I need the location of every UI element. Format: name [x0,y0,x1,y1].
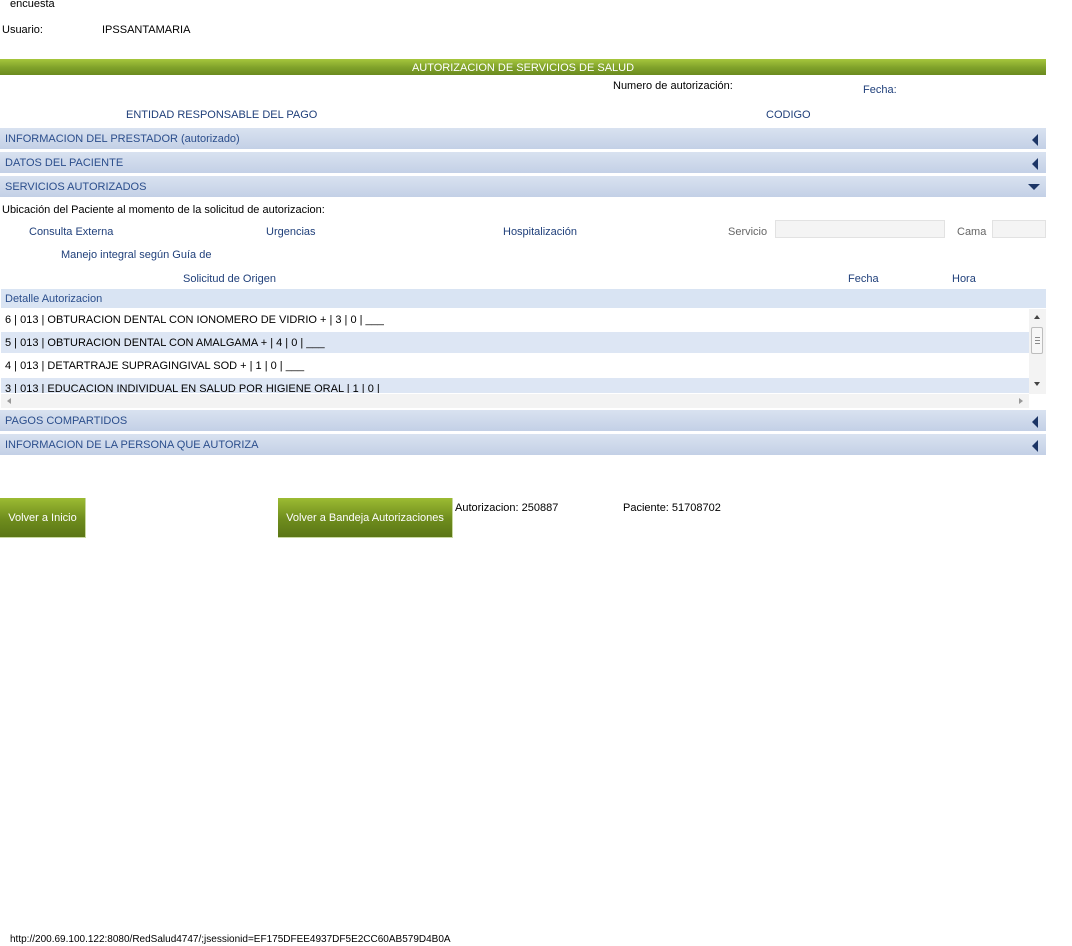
collapse-left-icon [1032,416,1038,428]
list-item-text: 5 | 013 | OBTURACION DENTAL CON AMALGAMA… [5,337,325,349]
date-label: Fecha: [863,84,897,96]
auth-number-label: Numero de autorización: [613,80,733,92]
list-item[interactable]: 6 | 013 | OBTURACION DENTAL CON IONOMERO… [1,309,1029,331]
option-consulta-externa[interactable]: Consulta Externa [29,226,113,238]
entity-label: ENTIDAD RESPONSABLE DEL PAGO [126,109,318,121]
collapse-left-icon [1032,158,1038,170]
section-persona-header[interactable]: INFORMACION DE LA PERSONA QUE AUTORIZA [0,434,1046,456]
section-prestador-header[interactable]: INFORMACION DEL PRESTADOR (autorizado) [0,128,1046,150]
list-item[interactable]: 5 | 013 | OBTURACION DENTAL CON AMALGAMA… [1,332,1029,354]
solicitud-label: Solicitud de Origen [183,273,276,285]
list-item-text: 3 | 013 | EDUCACION INDIVIDUAL EN SALUD … [5,383,380,393]
servicio-input[interactable] [775,220,945,238]
list-item[interactable]: 4 | 013 | DETARTRAJE SUPRAGINGIVAL SOD +… [1,355,1029,377]
section-prestador-label: INFORMACION DEL PRESTADOR (autorizado) [5,133,240,145]
code-label: CODIGO [766,109,811,121]
manejo-label: Manejo integral según Guía de [61,249,212,261]
scroll-right-icon[interactable] [1019,398,1023,404]
list-item-text: 4 | 013 | DETARTRAJE SUPRAGINGIVAL SOD +… [5,360,305,372]
list-item-text: 6 | 013 | OBTURACION DENTAL CON IONOMERO… [5,314,384,326]
collapse-left-icon [1032,440,1038,452]
section-servicios-label: SERVICIOS AUTORIZADOS [5,181,147,193]
servicio-label: Servicio [728,226,768,238]
detail-header: Detalle Autorizacion [1,289,1028,309]
scroll-down-icon[interactable] [1034,382,1040,386]
scroll-left-icon[interactable] [7,398,11,404]
user-label: Usuario: [2,24,43,36]
option-hospitalizacion[interactable]: Hospitalización [503,226,577,238]
form-title: AUTORIZACION DE SERVICIOS DE SALUD [411,62,635,74]
user-value: IPSSANTAMARIA [102,24,191,36]
paciente-info: Paciente: 51708702 [623,502,721,514]
status-url: http://200.69.100.122:8080/RedSalud4747/… [10,934,451,945]
list-item[interactable]: 3 | 013 | EDUCACION INDIVIDUAL EN SALUD … [1,378,1029,393]
ubicacion-label: Ubicación del Paciente al momento de la … [2,204,325,216]
horizontal-scrollbar[interactable] [1,394,1029,408]
detail-list[interactable]: 6 | 013 | OBTURACION DENTAL CON IONOMERO… [1,309,1029,393]
scroll-thumb[interactable] [1031,327,1043,354]
detail-header-corner [1028,289,1046,308]
volver-bandeja-button[interactable]: Volver a Bandeja Autorizaciones [278,498,453,538]
section-paciente-header[interactable]: DATOS DEL PACIENTE [0,152,1046,174]
top-label: encuesta [10,0,55,10]
scroll-up-icon[interactable] [1034,315,1040,319]
section-paciente-label: DATOS DEL PACIENTE [5,157,124,169]
cama-label: Cama [957,226,987,238]
form-title-bar: AUTORIZACION DE SERVICIOS DE SALUD [0,59,1046,75]
volver-inicio-button[interactable]: Volver a Inicio [0,498,86,538]
detail-header-label: Detalle Autorizacion [5,293,103,305]
section-pagos-label: PAGOS COMPARTIDOS [5,415,128,427]
hora-label: Hora [952,273,976,285]
section-persona-label: INFORMACION DE LA PERSONA QUE AUTORIZA [5,439,259,451]
section-servicios-header[interactable]: SERVICIOS AUTORIZADOS [0,176,1046,198]
option-urgencias[interactable]: Urgencias [266,226,316,238]
autorizacion-info: Autorizacion: 250887 [455,502,559,514]
collapse-left-icon [1032,134,1038,146]
vertical-scrollbar[interactable] [1029,309,1046,394]
cama-input[interactable] [992,220,1046,238]
expand-down-icon [1028,184,1040,190]
fecha-label: Fecha [848,273,879,285]
section-pagos-header[interactable]: PAGOS COMPARTIDOS [0,410,1046,432]
